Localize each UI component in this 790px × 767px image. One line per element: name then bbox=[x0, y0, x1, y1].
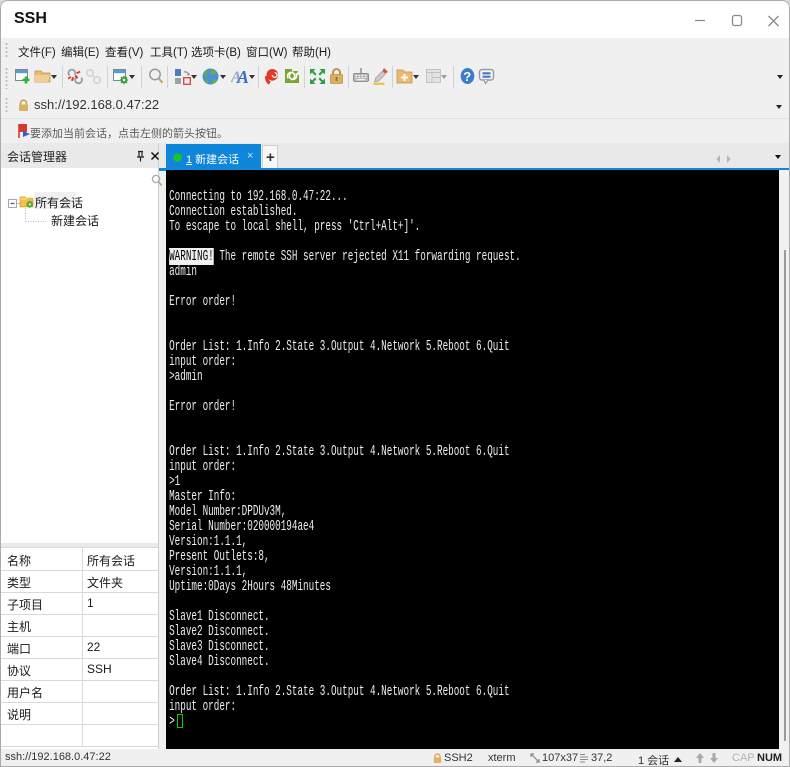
svg-text:A: A bbox=[236, 68, 249, 85]
svg-text:?: ? bbox=[463, 69, 471, 84]
